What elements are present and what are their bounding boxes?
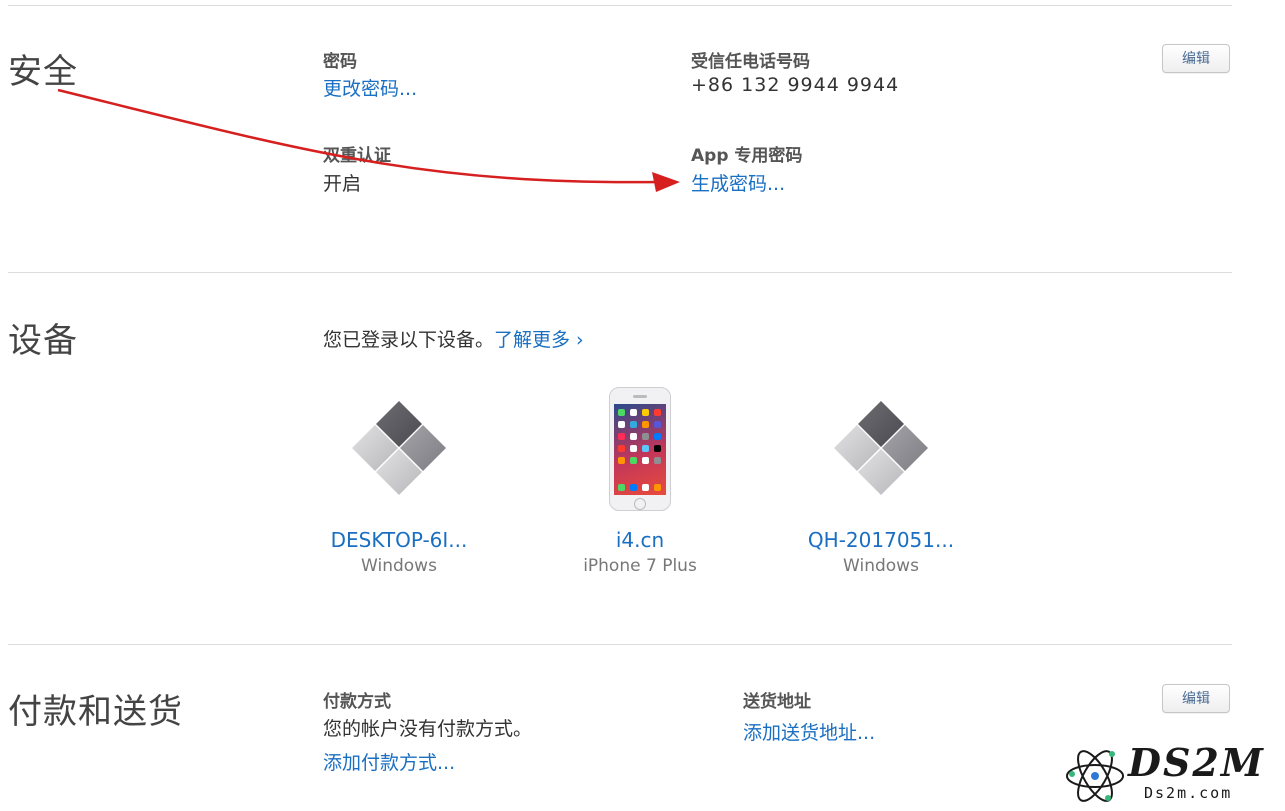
watermark-logo-text: DS2M xyxy=(1128,740,1265,785)
trusted-phone-value: +86 132 9944 9944 xyxy=(691,74,900,96)
change-password-link[interactable]: 更改密码... xyxy=(323,74,417,101)
payment-edit-button[interactable]: 编辑 xyxy=(1162,684,1230,713)
devices-intro-text: 您已登录以下设备。 xyxy=(323,329,495,351)
learn-more-link[interactable]: 了解更多 › xyxy=(494,329,584,351)
device-card[interactable]: i4.cn iPhone 7 Plus xyxy=(540,528,740,576)
password-label: 密码 xyxy=(323,52,357,72)
device-type: iPhone 7 Plus xyxy=(583,556,697,576)
device-card[interactable]: DESKTOP-6I... Windows xyxy=(299,398,499,576)
devices-divider xyxy=(8,644,1232,645)
add-payment-link[interactable]: 添加付款方式... xyxy=(323,748,455,775)
generate-password-link[interactable]: 生成密码... xyxy=(691,169,785,196)
devices-section-title: 设备 xyxy=(8,321,78,361)
payment-method-value: 您的帐户没有付款方式。 xyxy=(323,718,533,740)
devices-intro: 您已登录以下设备。了解更多 › xyxy=(323,325,584,352)
windows-icon xyxy=(352,401,446,495)
windows-icon xyxy=(834,401,928,495)
device-type: Windows xyxy=(361,556,437,576)
payment-method-label: 付款方式 xyxy=(323,692,391,712)
iphone-icon xyxy=(609,387,671,511)
security-edit-button[interactable]: 编辑 xyxy=(1162,44,1230,73)
annotation-arrow-head xyxy=(652,172,680,192)
security-divider xyxy=(8,272,1232,273)
atom-icon xyxy=(1066,750,1124,802)
top-divider xyxy=(8,5,1232,6)
device-name[interactable]: i4.cn xyxy=(540,528,740,552)
device-card[interactable]: QH-2017051... Windows xyxy=(781,398,981,576)
device-type: Windows xyxy=(843,556,919,576)
watermark-logo: DS2M Ds2m.com xyxy=(1060,740,1280,808)
add-shipping-link[interactable]: 添加送货地址... xyxy=(743,718,875,745)
payment-section-title: 付款和送货 xyxy=(8,692,183,732)
two-factor-value: 开启 xyxy=(323,173,362,195)
security-section-title: 安全 xyxy=(8,52,78,92)
device-name[interactable]: DESKTOP-6I... xyxy=(299,528,499,552)
app-password-label: App 专用密码 xyxy=(691,146,803,166)
device-name[interactable]: QH-2017051... xyxy=(781,528,981,552)
shipping-address-label: 送货地址 xyxy=(743,692,811,712)
two-factor-label: 双重认证 xyxy=(323,146,391,166)
watermark-site-text: Ds2m.com xyxy=(1144,784,1233,802)
trusted-phone-label: 受信任电话号码 xyxy=(691,52,810,72)
